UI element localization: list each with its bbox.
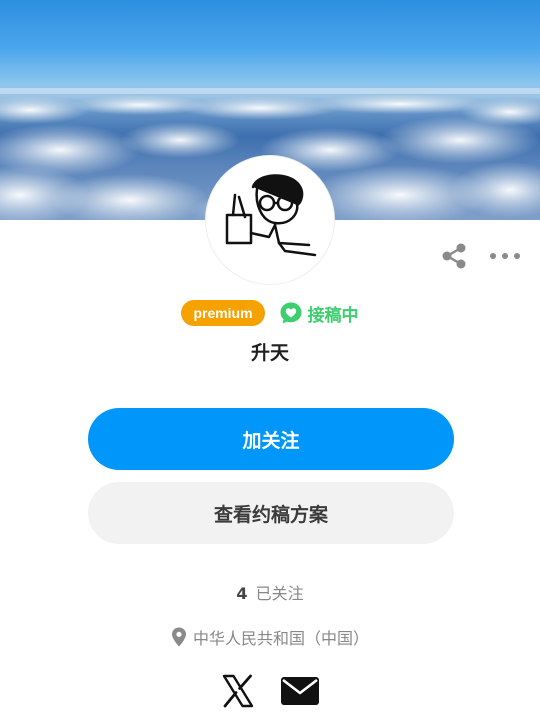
social-links [0,674,540,708]
more-icon[interactable] [488,248,522,264]
badge-row: premium 接稿中 [0,299,540,327]
following-count: 4 [236,584,248,603]
request-status-label: 接稿中 [307,305,359,326]
location: 中华人民共和国（中国） [0,625,540,649]
x-logo-icon[interactable] [221,674,255,708]
username: 升天 [250,342,289,364]
follow-button[interactable]: 加关注 [88,408,454,470]
premium-badge[interactable]: premium [181,300,265,326]
view-commission-plans-button[interactable]: 查看约稿方案 [88,482,454,544]
share-icon[interactable] [440,242,468,270]
avatar[interactable] [206,156,334,284]
location-pin-icon [171,627,186,647]
mail-icon[interactable] [281,677,319,705]
following-label: 已关注 [255,584,304,603]
following-count-link[interactable]: 4 已关注 [0,580,540,604]
heart-chat-icon [280,302,302,324]
location-text: 中华人民共和国（中国） [192,629,369,648]
request-status-badge[interactable]: 接稿中 [279,301,359,326]
